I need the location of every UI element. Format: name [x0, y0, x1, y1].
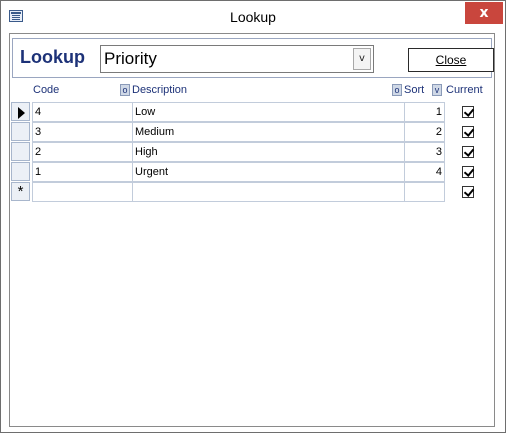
sort-sort-button[interactable]: v [432, 84, 442, 96]
record-selector[interactable] [11, 162, 30, 181]
cell-code[interactable]: 4 [32, 102, 133, 122]
current-checkbox-new[interactable] [462, 186, 474, 198]
column-header-sort[interactable]: Sort [404, 82, 424, 98]
cell-description[interactable]: Urgent [132, 162, 405, 182]
cell-sort-new[interactable] [404, 182, 445, 202]
record-selector[interactable] [11, 142, 30, 161]
window-title: Lookup [230, 9, 276, 25]
cell-code-new[interactable] [32, 182, 133, 202]
form-header: Lookup Priority v Close [12, 38, 494, 78]
current-checkbox[interactable] [462, 126, 474, 138]
new-record-icon: * [17, 183, 24, 200]
cell-description[interactable]: High [132, 142, 405, 162]
cell-description[interactable]: Medium [132, 122, 405, 142]
lookup-label: Lookup [20, 47, 85, 67]
column-header-code[interactable]: Code [33, 82, 59, 98]
window-close-button[interactable]: x [465, 2, 503, 24]
close-button[interactable]: Close [408, 48, 494, 72]
cell-sort[interactable]: 4 [404, 162, 445, 182]
lookup-window: Lookup x Lookup Priority v Close Code o … [0, 0, 506, 433]
current-checkbox[interactable] [462, 146, 474, 158]
cell-sort[interactable]: 3 [404, 142, 445, 162]
cell-sort[interactable]: 2 [404, 122, 445, 142]
cell-code[interactable]: 3 [32, 122, 133, 142]
record-selector[interactable] [11, 122, 30, 141]
lookup-combo-value[interactable]: Priority [104, 49, 157, 69]
new-record-row[interactable]: * [10, 182, 494, 202]
code-sort-button[interactable]: o [120, 84, 130, 96]
chevron-down-icon[interactable]: v [353, 48, 371, 70]
current-checkbox[interactable] [462, 106, 474, 118]
title-bar[interactable]: Lookup x [1, 1, 505, 33]
lookup-combo[interactable]: Priority v [100, 45, 374, 73]
close-button-label: Close [435, 53, 467, 67]
column-header-description[interactable]: Description [132, 82, 187, 98]
table-row[interactable]: 3 Medium 2 [10, 122, 494, 142]
column-header-current[interactable]: Current [446, 82, 483, 98]
cell-description-new[interactable] [132, 182, 405, 202]
cell-code[interactable]: 1 [32, 162, 133, 182]
cell-description[interactable]: Low [132, 102, 405, 122]
lookup-form: Lookup Priority v Close Code o Descripti… [9, 33, 495, 427]
cell-code[interactable]: 2 [32, 142, 133, 162]
table-row[interactable]: 1 Urgent 4 [10, 162, 494, 182]
current-record-icon [18, 107, 25, 119]
close-icon: x [479, 5, 489, 21]
table-row[interactable]: 2 High 3 [10, 142, 494, 162]
table-row[interactable]: 4 Low 1 [10, 102, 494, 122]
new-record-selector[interactable]: * [11, 182, 30, 201]
record-selector-current[interactable] [11, 102, 30, 121]
description-sort-button[interactable]: o [392, 84, 402, 96]
cell-sort[interactable]: 1 [404, 102, 445, 122]
current-checkbox[interactable] [462, 166, 474, 178]
